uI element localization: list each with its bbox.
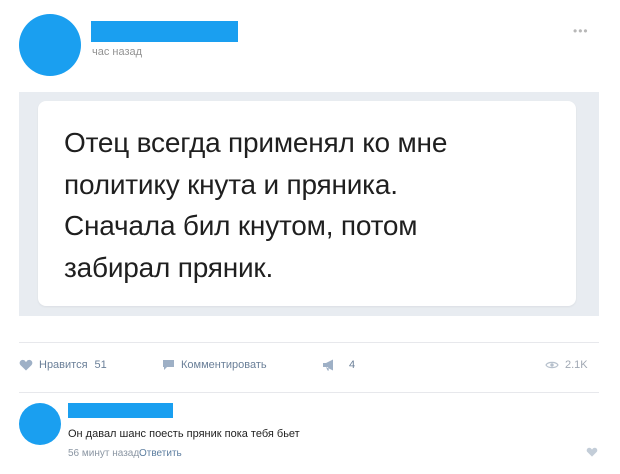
- comment-author-avatar[interactable]: [19, 403, 61, 445]
- speech-bubble-icon: [163, 360, 174, 370]
- share-count: 4: [349, 359, 356, 371]
- post-timestamp[interactable]: час назад: [92, 46, 142, 58]
- post-author-avatar[interactable]: [19, 14, 81, 76]
- views-counter: 2.1K: [545, 359, 588, 371]
- quote-line: Отец всегда применял ко мне: [64, 127, 448, 158]
- comment-label: Комментировать: [181, 359, 267, 371]
- comment-button[interactable]: Комментировать: [162, 359, 267, 371]
- quote-line: забирал пряник.: [64, 251, 274, 283]
- like-button[interactable]: Нравится 51: [19, 359, 107, 371]
- share-button[interactable]: 4: [322, 359, 355, 371]
- like-count: 51: [94, 359, 107, 371]
- more-options-icon[interactable]: •••: [573, 24, 589, 38]
- comment-like-heart-icon[interactable]: [586, 447, 598, 457]
- eye-icon: [545, 361, 559, 369]
- quote-text: Отец всегда применял ко мне политику кну…: [64, 122, 564, 288]
- quote-line: политику кнута и пряника.: [64, 168, 398, 200]
- like-label: Нравится: [39, 359, 88, 371]
- post-author-name-redacted[interactable]: [91, 21, 238, 42]
- comment-timestamp[interactable]: 56 минут назад: [68, 448, 139, 459]
- comment-author-name-redacted[interactable]: [68, 403, 173, 418]
- quote-line: Сначала бил кнутом, потом: [64, 210, 418, 241]
- heart-icon: [19, 359, 33, 371]
- comment-text: Он давал шанс поесть пряник пока тебя бь…: [68, 428, 300, 440]
- reply-link[interactable]: Ответить: [139, 448, 182, 459]
- views-count: 2.1K: [565, 359, 588, 371]
- megaphone-icon: [323, 359, 333, 371]
- divider: [19, 392, 599, 393]
- divider: [19, 342, 599, 343]
